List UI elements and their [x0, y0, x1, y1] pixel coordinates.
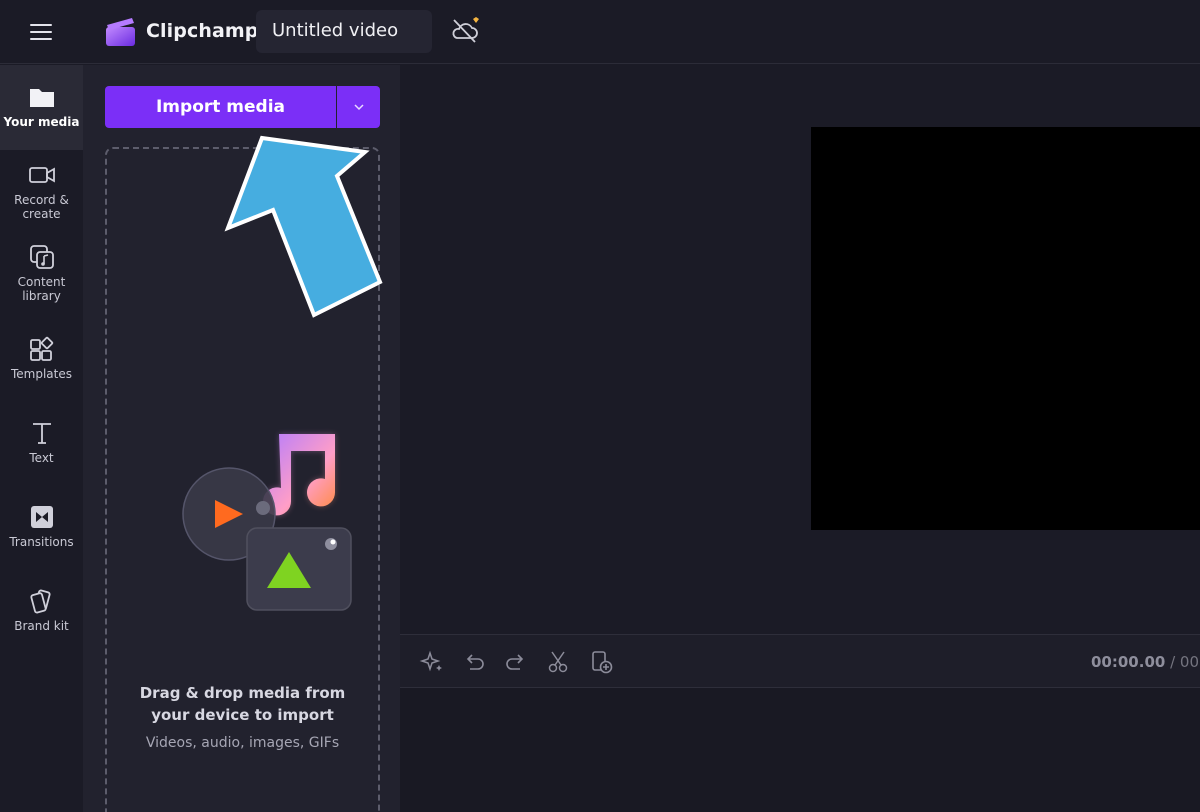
add-media-icon[interactable]	[589, 649, 615, 675]
folder-icon	[29, 89, 54, 107]
menu-icon[interactable]	[22, 18, 60, 46]
sidebar-item-label: Templates	[10, 367, 72, 381]
sidebar-item-your-media[interactable]: Your media	[0, 65, 83, 150]
video-preview-canvas[interactable]	[811, 127, 1200, 530]
import-options-dropdown[interactable]	[337, 86, 380, 128]
drop-zone-subtitle: Videos, audio, images, GIFs	[145, 735, 340, 751]
scissors-icon[interactable]	[545, 649, 571, 675]
timeline-toolbar: 00:00.00 / 00	[400, 634, 1200, 688]
magic-icon[interactable]	[419, 649, 445, 675]
sidebar-item-templates[interactable]: Templates	[0, 335, 83, 415]
content-library-icon	[29, 245, 54, 269]
undo-icon[interactable]	[461, 649, 487, 675]
timecode-display: 00:00.00 / 00	[1091, 653, 1199, 671]
text-icon	[32, 423, 51, 444]
templates-icon	[29, 336, 53, 361]
annotation-arrow-icon	[224, 135, 383, 318]
sidebar-item-brand-kit[interactable]: Brand kit	[0, 587, 83, 667]
sidebar-item-label: Your media	[3, 115, 80, 129]
timeline-area[interactable]	[400, 688, 1200, 812]
sidebar-item-record-create[interactable]: Record & create	[0, 161, 83, 241]
sidebar-item-label: Text	[29, 451, 54, 465]
sidebar-item-label: Content library	[17, 275, 66, 303]
camera-icon	[28, 167, 55, 183]
sidebar-item-transitions[interactable]: Transitions	[0, 503, 83, 583]
drop-zone-title: Drag & drop media from your device to im…	[139, 684, 346, 724]
brand-kit-icon	[29, 589, 51, 614]
clipchamp-logo	[106, 18, 135, 46]
top-bar: Clipchamp Untitled video	[0, 0, 1200, 64]
sidebar-item-label: Transitions	[9, 535, 74, 549]
left-nav-rail: Your media Record & create Content libra…	[0, 65, 83, 812]
transitions-icon	[30, 506, 53, 528]
brand-name: Clipchamp	[146, 20, 259, 42]
sidebar-item-content-library[interactable]: Content library	[0, 243, 83, 323]
chevron-down-icon	[353, 104, 364, 111]
import-media-button[interactable]: Import media	[105, 86, 336, 128]
sidebar-item-label: Record & create	[14, 193, 69, 221]
project-title-input[interactable]: Untitled video	[256, 10, 432, 53]
current-time: 00:00.00	[1091, 653, 1166, 671]
sidebar-item-label: Brand kit	[14, 619, 69, 633]
sidebar-item-text[interactable]: Text	[0, 419, 83, 499]
media-types-illustration	[182, 434, 352, 611]
total-time: / 00	[1165, 653, 1200, 671]
redo-icon[interactable]	[503, 649, 529, 675]
preview-area	[400, 65, 1200, 633]
cloud-sync-off-icon[interactable]	[450, 16, 482, 46]
